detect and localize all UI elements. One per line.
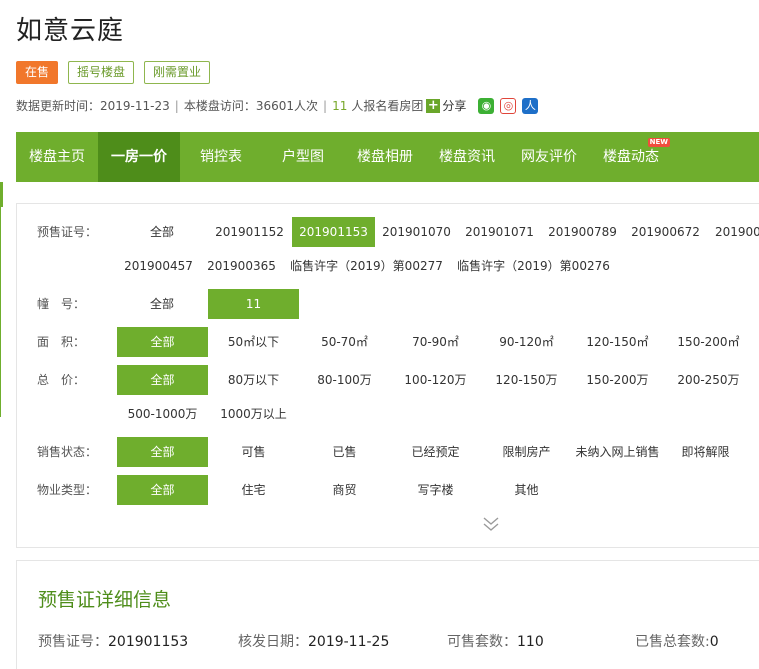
type-opt[interactable]: 写字楼 (390, 475, 481, 505)
license-opt[interactable]: 201900789 (541, 217, 624, 247)
signup-count[interactable]: 11 (332, 99, 347, 113)
detail-date-value: 2019-11-25 (308, 634, 390, 650)
update-label: 数据更新时间： (16, 99, 101, 113)
status-opt-selected[interactable]: 全部 (117, 437, 208, 467)
type-opt[interactable]: 住宅 (208, 475, 299, 505)
price-opt[interactable]: 80万以下 (208, 365, 299, 395)
nav-item-news[interactable]: 楼盘资讯 (426, 132, 508, 182)
wechat-icon[interactable]: ◉ (478, 97, 495, 114)
status-opt[interactable]: 未纳入网上销售 (572, 437, 663, 467)
building-opt-selected[interactable]: 11 (208, 289, 299, 319)
divider: | (323, 98, 328, 113)
nav-item-price[interactable]: 一房一价 (98, 132, 180, 182)
type-opt[interactable]: 其他 (481, 475, 572, 505)
license-opt-all[interactable]: 全部 (117, 217, 207, 247)
license-opt[interactable]: 201900672 (624, 217, 707, 247)
detail-available: 可售套数：110 (447, 631, 544, 651)
status-opt[interactable]: 已经预定 (390, 437, 481, 467)
main-nav: 楼盘主页 一房一价 销控表 户型图 楼盘相册 楼盘资讯 网友评价 楼盘动态 NE… (16, 132, 759, 182)
detail-sold-value: 0 (709, 634, 719, 650)
price-opt[interactable]: 1000万以上 (208, 399, 299, 429)
page-title: 如意云庭 (16, 16, 125, 46)
rigid-demand-tag[interactable]: 刚需置业 (144, 61, 211, 84)
share-plus-icon[interactable]: + (426, 98, 441, 113)
status-opt[interactable]: 即将解限 (660, 437, 751, 467)
price-opt-selected[interactable]: 全部 (117, 365, 208, 395)
price-opt[interactable]: 500-1000万 (117, 399, 208, 429)
license-opt[interactable]: 201901071 (458, 217, 541, 247)
update-date: 2019-11-23 (100, 98, 170, 113)
visit-count: 36601人次 (255, 99, 319, 113)
visit-label: 本楼盘访问： (183, 99, 256, 113)
renren-icon[interactable]: 人 (522, 97, 539, 114)
status-opt[interactable]: 限制房产 (481, 437, 572, 467)
area-label: 面 积： (37, 335, 86, 349)
price-opt[interactable]: 100-120万 (390, 365, 481, 395)
detail-available-value: 110 (517, 634, 544, 650)
price-opt[interactable]: 80-100万 (299, 365, 390, 395)
license-opt[interactable]: 临售许字（2019）第00276 (450, 251, 617, 281)
area-opt[interactable]: 50㎡以下 (208, 327, 299, 357)
divider: | (174, 98, 179, 113)
building-label: 幢 号： (37, 297, 86, 311)
license-opt[interactable]: 201900457 (117, 251, 200, 281)
license-opt-selected[interactable]: 201901153 (292, 217, 375, 247)
expand-chevron-icon[interactable] (483, 515, 499, 533)
share-label[interactable]: 分享 (442, 97, 466, 114)
area-opt[interactable]: 150-200㎡ (663, 327, 754, 357)
status-opt[interactable]: 已售 (299, 437, 390, 467)
nav-item-reviews[interactable]: 网友评价 (508, 132, 590, 182)
license-opt[interactable]: 201901070 (375, 217, 458, 247)
detail-license: 预售证号：201901153 (38, 631, 188, 651)
license-label: 预售证号： (37, 225, 98, 239)
info-line: 数据更新时间： 2019-11-23 | 本楼盘访问： 36601人次 | 11… (16, 97, 544, 114)
left-accent-line (0, 182, 1, 417)
detail-sold-label: 已售总套数: (635, 634, 710, 650)
license-opt[interactable]: 201900365 (200, 251, 283, 281)
price-opt[interactable]: 200-250万 (663, 365, 754, 395)
tag-list: 在售 摇号楼盘 刚需置业 (16, 61, 211, 84)
new-badge: NEW (647, 138, 670, 147)
left-accent-mark (0, 182, 3, 207)
status-label: 销售状态： (37, 445, 98, 459)
price-opt[interactable]: 150-200万 (572, 365, 663, 395)
nav-item-updates-label: 楼盘动态 (603, 149, 659, 165)
nav-item-floorplan[interactable]: 户型图 (262, 132, 344, 182)
detail-title: 预售证详细信息 (38, 589, 172, 611)
status-opt[interactable]: 可售 (208, 437, 299, 467)
license-opt[interactable]: 临售许字（2019）第00277 (283, 251, 450, 281)
area-opt-selected[interactable]: 全部 (117, 327, 208, 357)
detail-license-label: 预售证号： (38, 634, 108, 650)
nav-item-sales-table[interactable]: 销控表 (180, 132, 262, 182)
type-label: 物业类型： (37, 483, 98, 497)
area-opt[interactable]: 70-90㎡ (390, 327, 481, 357)
on-sale-tag: 在售 (16, 61, 59, 84)
lottery-tag[interactable]: 摇号楼盘 (68, 61, 135, 84)
type-opt[interactable]: 商贸 (299, 475, 390, 505)
weibo-icon[interactable]: ◎ (500, 97, 517, 114)
nav-item-album[interactable]: 楼盘相册 (344, 132, 426, 182)
area-opt[interactable]: 120-150㎡ (572, 327, 663, 357)
signup-text[interactable]: 人报名看房团 (351, 97, 423, 114)
area-opt[interactable]: 90-120㎡ (481, 327, 572, 357)
license-opt[interactable]: 201900 (715, 217, 759, 247)
detail-license-value: 201901153 (108, 634, 189, 650)
nav-item-home[interactable]: 楼盘主页 (16, 132, 98, 182)
license-opt[interactable]: 201901152 (208, 217, 291, 247)
price-opt[interactable]: 120-150万 (481, 365, 572, 395)
type-opt-selected[interactable]: 全部 (117, 475, 208, 505)
nav-item-updates[interactable]: 楼盘动态 NEW (590, 132, 672, 182)
filter-panel: 预售证号： 全部 201901152 201901153 201901070 2… (16, 203, 759, 548)
building-opt-all[interactable]: 全部 (117, 289, 207, 319)
detail-date: 核发日期：2019-11-25 (238, 631, 389, 651)
detail-available-label: 可售套数： (447, 634, 517, 650)
license-detail-panel: 预售证详细信息 预售证号：201901153 核发日期：2019-11-25 可… (16, 560, 759, 669)
area-opt[interactable]: 50-70㎡ (299, 327, 390, 357)
price-label: 总 价： (37, 373, 86, 387)
detail-date-label: 核发日期： (238, 634, 308, 650)
detail-sold: 已售总套数:0 (635, 631, 719, 651)
